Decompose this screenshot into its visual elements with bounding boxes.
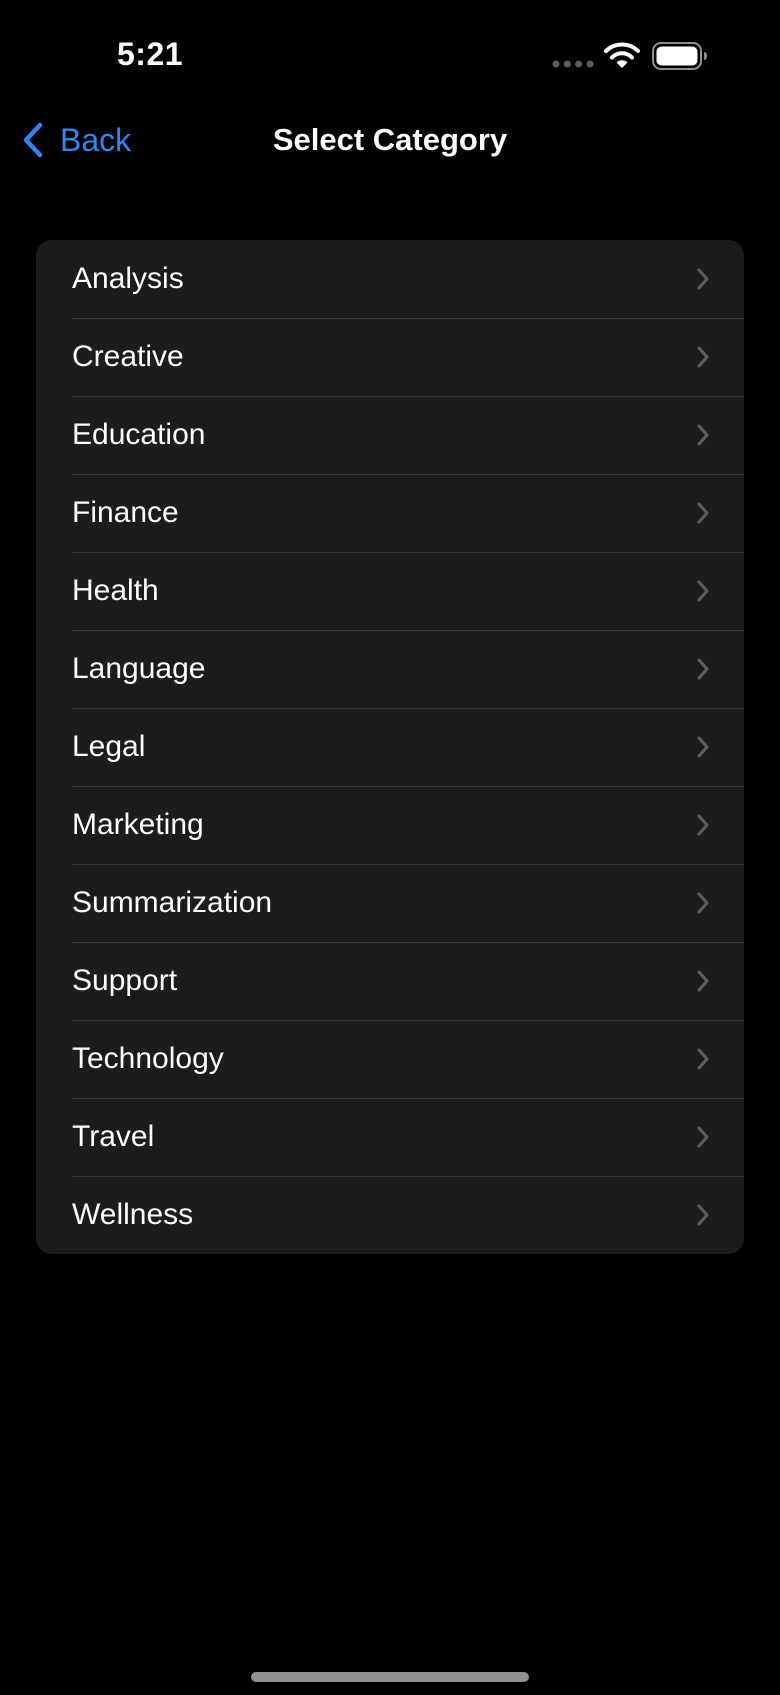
list-item-label: Education xyxy=(72,418,206,451)
chevron-right-icon xyxy=(697,424,709,446)
chevron-right-icon xyxy=(697,1126,709,1148)
chevron-right-icon xyxy=(697,892,709,914)
chevron-right-icon xyxy=(697,736,709,758)
list-item-label: Technology xyxy=(72,1042,224,1075)
list-item-wellness[interactable]: Wellness xyxy=(36,1176,744,1254)
list-item-legal[interactable]: Legal xyxy=(36,708,744,786)
category-list: Analysis Creative Education Finance Heal… xyxy=(36,240,744,1254)
list-item-label: Support xyxy=(72,964,178,997)
page-title: Select Category xyxy=(272,122,508,157)
list-item-marketing[interactable]: Marketing xyxy=(36,786,744,864)
status-time: 5:21 xyxy=(117,36,184,72)
chevron-right-icon xyxy=(697,346,709,368)
list-item-language[interactable]: Language xyxy=(36,630,744,708)
list-item-finance[interactable]: Finance xyxy=(36,474,744,552)
battery-icon xyxy=(652,42,707,70)
list-item-label: Health xyxy=(72,574,159,607)
list-item-technology[interactable]: Technology xyxy=(36,1020,744,1098)
list-item-label: Summarization xyxy=(72,886,273,919)
list-item-label: Creative xyxy=(72,340,184,373)
chevron-right-icon xyxy=(697,1048,709,1070)
chevron-right-icon xyxy=(697,970,709,992)
list-item-travel[interactable]: Travel xyxy=(36,1098,744,1176)
list-item-label: Legal xyxy=(72,730,146,763)
list-item-label: Finance xyxy=(72,496,179,529)
wifi-icon xyxy=(604,42,640,68)
chevron-right-icon xyxy=(697,1204,709,1226)
list-item-health[interactable]: Health xyxy=(36,552,744,630)
cellular-icon xyxy=(552,60,594,68)
navigation-bar: Back Select Category xyxy=(0,110,780,170)
list-item-creative[interactable]: Creative xyxy=(36,318,744,396)
list-item-label: Travel xyxy=(72,1120,155,1153)
list-item-education[interactable]: Education xyxy=(36,396,744,474)
list-item-label: Analysis xyxy=(72,262,184,295)
list-item-summarization[interactable]: Summarization xyxy=(36,864,744,942)
chevron-right-icon xyxy=(697,814,709,836)
chevron-right-icon xyxy=(697,268,709,290)
list-item-label: Language xyxy=(72,652,206,685)
home-indicator[interactable] xyxy=(251,1672,529,1682)
status-bar: 5:21 xyxy=(0,0,780,110)
chevron-right-icon xyxy=(697,658,709,680)
chevron-right-icon xyxy=(697,502,709,524)
list-item-analysis[interactable]: Analysis xyxy=(36,240,744,318)
list-item-label: Wellness xyxy=(72,1198,194,1231)
list-item-support[interactable]: Support xyxy=(36,942,744,1020)
chevron-right-icon xyxy=(697,580,709,602)
list-item-label: Marketing xyxy=(72,808,204,841)
